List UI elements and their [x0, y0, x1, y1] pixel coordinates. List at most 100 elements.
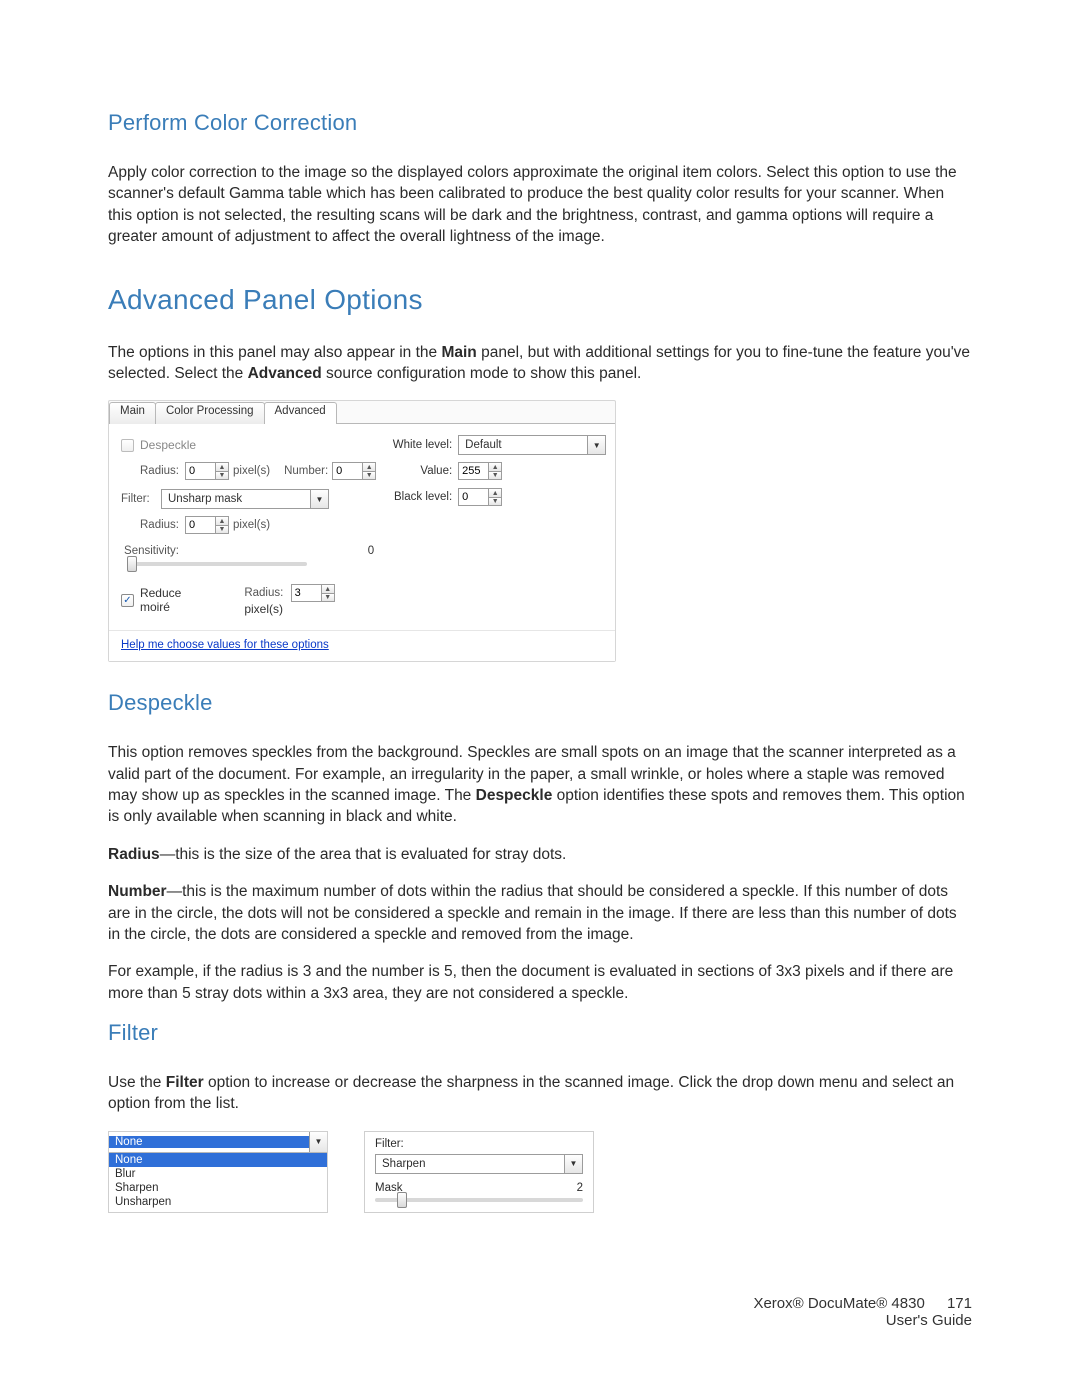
filter-label: Filter: [121, 493, 161, 505]
despeckle-number-spinner[interactable]: ▲▼ [332, 462, 376, 480]
heading-filter: Filter [108, 1020, 972, 1046]
text: option to increase or decrease the sharp… [108, 1074, 954, 1112]
paragraph-perform-color-correction: Apply color correction to the image so t… [108, 162, 972, 248]
text-bold-filter: Filter [166, 1074, 204, 1091]
paragraph-filter: Use the Filter option to increase or dec… [108, 1072, 972, 1115]
paragraph-example: For example, if the radius is 3 and the … [108, 961, 972, 1004]
filter-dropdown-value: Unsharp mask [162, 493, 310, 505]
reduce-moire-label: Reduce moiré [140, 586, 214, 614]
sensitivity-slider[interactable] [127, 562, 307, 566]
slider-thumb-icon[interactable] [127, 556, 137, 572]
filter-option-blur[interactable]: Blur [109, 1167, 327, 1181]
footer-page-number: 171 [947, 1295, 972, 1312]
text-bold-main: Main [441, 344, 476, 361]
spinner-up-icon[interactable]: ▲ [488, 462, 502, 472]
value-input[interactable] [458, 462, 488, 480]
spinner-up-icon[interactable]: ▲ [215, 516, 229, 526]
moire-radius-unit: pixel(s) [244, 602, 283, 616]
spinner-down-icon[interactable]: ▼ [488, 472, 502, 481]
despeckle-number-input[interactable] [332, 462, 362, 480]
advanced-panel: Main Color Processing Advanced Despeckle… [108, 400, 616, 662]
white-level-label: White level: [388, 439, 458, 451]
spinner-up-icon[interactable]: ▲ [488, 488, 502, 498]
filter-none-dropdown[interactable]: None ▼ [109, 1132, 327, 1152]
value-label: Value: [388, 465, 458, 477]
despeckle-number-label: Number: [280, 465, 328, 477]
filter-settings-panel: Filter: Sharpen ▼ Mask 2 [364, 1131, 594, 1213]
spinner-down-icon[interactable]: ▼ [488, 498, 502, 507]
chevron-down-icon: ▼ [309, 1132, 327, 1152]
text: source configuration mode to show this p… [322, 365, 642, 382]
tab-main[interactable]: Main [109, 402, 156, 424]
filter-option-unsharpen[interactable]: Unsharpen [109, 1195, 327, 1209]
white-level-value: Default [459, 439, 587, 451]
chevron-down-icon: ▼ [564, 1155, 582, 1173]
white-level-dropdown[interactable]: Default ▼ [458, 435, 606, 455]
heading-perform-color-correction: Perform Color Correction [108, 110, 972, 136]
text-bold-despeckle: Despeckle [476, 787, 553, 804]
spinner-down-icon[interactable]: ▼ [215, 472, 229, 481]
value-spinner[interactable]: ▲▼ [458, 462, 502, 480]
text-bold-radius: Radius [108, 846, 160, 863]
heading-advanced-panel-options: Advanced Panel Options [108, 284, 972, 316]
footer-guide: User's Guide [753, 1312, 972, 1329]
reduce-moire-checkbox[interactable]: ✓ Reduce moiré [121, 586, 214, 614]
spinner-down-icon[interactable]: ▼ [215, 526, 229, 535]
despeckle-radius-input[interactable] [185, 462, 215, 480]
black-level-spinner[interactable]: ▲▼ [458, 488, 502, 506]
despeckle-radius-label: Radius: [121, 465, 185, 477]
filter-radius-unit: pixel(s) [229, 519, 270, 531]
filter-sharpen-dropdown[interactable]: Sharpen ▼ [375, 1154, 583, 1174]
filter-option-sharpen[interactable]: Sharpen [109, 1181, 327, 1195]
filter-options-panel: None ▼ None Blur Sharpen Unsharpen [108, 1131, 328, 1213]
chevron-down-icon: ▼ [587, 436, 605, 454]
tab-advanced[interactable]: Advanced [264, 402, 337, 424]
filter-none-selected: None [109, 1136, 309, 1148]
page-footer: Xerox® DocuMate® 4830 171 User's Guide [753, 1295, 972, 1329]
text: Use the [108, 1074, 166, 1091]
filter-radius-input[interactable] [185, 516, 215, 534]
text-bold-advanced: Advanced [248, 365, 322, 382]
slider-thumb-icon[interactable] [397, 1192, 407, 1208]
filter-sharpen-value: Sharpen [376, 1158, 564, 1170]
spinner-up-icon[interactable]: ▲ [215, 462, 229, 472]
moire-radius-input[interactable] [291, 584, 321, 602]
text: The options in this panel may also appea… [108, 344, 441, 361]
filter-radius-spinner[interactable]: ▲▼ [185, 516, 229, 534]
sensitivity-value: 0 [368, 545, 376, 557]
paragraph-advanced-intro: The options in this panel may also appea… [108, 342, 972, 385]
mask-slider[interactable] [375, 1198, 583, 1202]
black-level-label: Black level: [388, 491, 458, 503]
spinner-down-icon[interactable]: ▼ [321, 594, 335, 603]
spinner-up-icon[interactable]: ▲ [362, 462, 376, 472]
paragraph-number: Number—this is the maximum number of dot… [108, 881, 972, 945]
text: —this is the size of the area that is ev… [160, 846, 567, 863]
moire-radius-spinner[interactable]: ▲▼ [291, 584, 335, 602]
paragraph-despeckle-intro: This option removes speckles from the ba… [108, 742, 972, 828]
heading-despeckle: Despeckle [108, 690, 972, 716]
filter-label: Filter: [375, 1138, 583, 1150]
filter-dropdown[interactable]: Unsharp mask ▼ [161, 489, 329, 509]
checkbox-icon: ✓ [121, 594, 134, 607]
filter-options-list: None Blur Sharpen Unsharpen [109, 1153, 327, 1209]
despeckle-radius-spinner[interactable]: ▲▼ [185, 462, 229, 480]
mask-value: 2 [577, 1182, 583, 1194]
despeckle-label: Despeckle [140, 438, 196, 452]
chevron-down-icon: ▼ [310, 490, 328, 508]
paragraph-radius: Radius—this is the size of the area that… [108, 844, 972, 865]
despeckle-checkbox[interactable]: Despeckle [121, 438, 196, 452]
text: —this is the maximum number of dots with… [108, 883, 957, 943]
checkbox-icon [121, 439, 134, 452]
spinner-down-icon[interactable]: ▼ [362, 472, 376, 481]
spinner-up-icon[interactable]: ▲ [321, 584, 335, 594]
despeckle-radius-unit: pixel(s) [229, 465, 270, 477]
moire-radius-label: Radius: [244, 587, 283, 599]
filter-option-none[interactable]: None [109, 1153, 327, 1167]
tab-color-processing[interactable]: Color Processing [155, 402, 265, 424]
filter-radius-label: Radius: [121, 519, 185, 531]
footer-product: Xerox® DocuMate® 4830 [753, 1295, 924, 1312]
text-bold-number: Number [108, 883, 167, 900]
help-link[interactable]: Help me choose values for these options [109, 630, 615, 661]
panel-tabs: Main Color Processing Advanced [109, 401, 615, 423]
black-level-input[interactable] [458, 488, 488, 506]
